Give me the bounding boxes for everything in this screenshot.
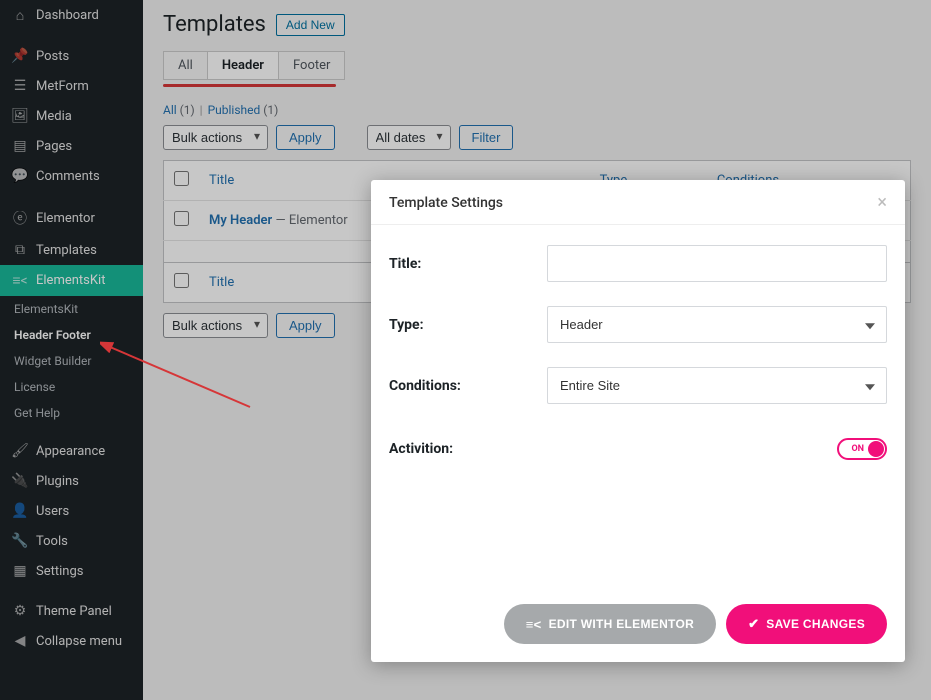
edit-with-elementor-button[interactable]: ≡<EDIT WITH ELEMENTOR <box>504 604 716 644</box>
type-label: Type: <box>389 317 547 333</box>
template-settings-modal: Template Settings × Title: Type: Header … <box>371 180 905 662</box>
toggle-knob <box>868 441 884 457</box>
elementor-edit-icon: ≡< <box>526 617 542 632</box>
save-changes-button[interactable]: ✔SAVE CHANGES <box>726 604 887 644</box>
close-icon[interactable]: × <box>877 194 887 212</box>
conditions-select[interactable]: Entire Site <box>547 367 887 404</box>
modal-title: Template Settings <box>389 195 503 211</box>
activation-label: Activition: <box>389 441 547 457</box>
activation-toggle[interactable]: ON <box>837 438 887 460</box>
title-label: Title: <box>389 256 547 272</box>
type-select[interactable]: Header <box>547 306 887 343</box>
title-input[interactable] <box>547 245 887 282</box>
check-circle-icon: ✔ <box>748 616 759 632</box>
conditions-label: Conditions: <box>389 378 547 394</box>
